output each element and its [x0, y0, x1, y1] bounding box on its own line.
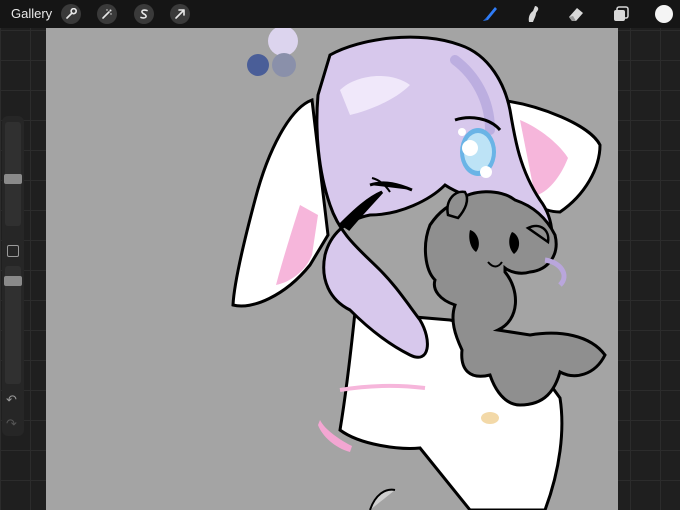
brush-size-slider[interactable]: [4, 122, 22, 226]
transform-arrow-icon[interactable]: [170, 4, 190, 24]
undo-icon[interactable]: ↶: [6, 392, 17, 408]
modify-button-icon[interactable]: [7, 245, 19, 257]
left-sidebar: ↶ ↷: [2, 116, 24, 436]
wrench-icon[interactable]: [61, 4, 81, 24]
opacity-slider[interactable]: [4, 266, 22, 384]
palette-swatch-light: [268, 28, 298, 56]
brush-size-thumb[interactable]: [4, 174, 22, 184]
current-color-swatch[interactable]: [655, 5, 673, 23]
eraser-icon[interactable]: [564, 3, 588, 25]
gallery-button[interactable]: Gallery: [11, 6, 52, 21]
brush-icon[interactable]: [478, 3, 502, 25]
smudge-icon[interactable]: [521, 3, 545, 25]
palette-swatch-slate: [272, 53, 296, 77]
top-toolbar: Gallery: [0, 0, 680, 28]
palette-swatch-navy: [247, 54, 269, 76]
artwork: [231, 28, 607, 510]
redo-icon[interactable]: ↷: [6, 416, 17, 432]
opacity-thumb[interactable]: [4, 276, 22, 286]
drawing-canvas[interactable]: [46, 28, 618, 510]
magic-wand-icon[interactable]: [97, 4, 117, 24]
selection-icon[interactable]: [134, 4, 154, 24]
layers-icon[interactable]: [608, 3, 632, 25]
